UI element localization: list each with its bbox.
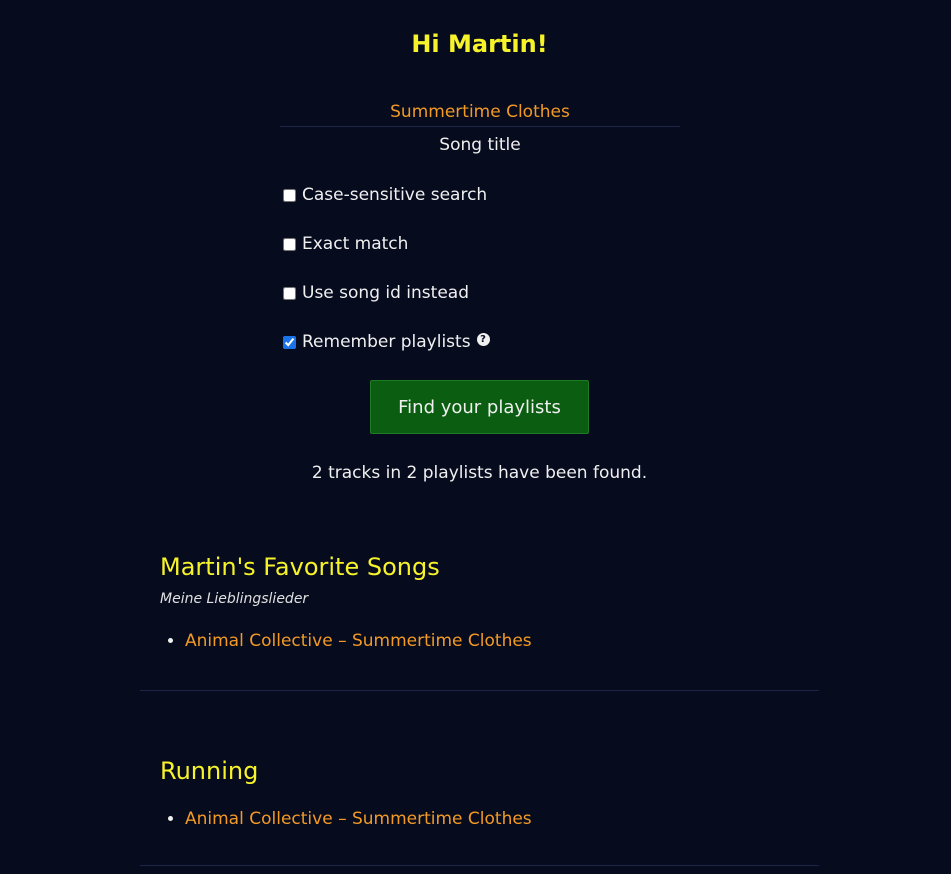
track-link[interactable]: Animal Collective – Summertime Clothes (185, 809, 532, 829)
case-sensitive-option[interactable]: Case-sensitive search (280, 185, 487, 205)
remember-playlists-checkbox[interactable] (283, 335, 296, 349)
help-icon[interactable]: ? (476, 332, 490, 346)
greeting-heading: Hi Martin! (411, 30, 548, 58)
use-song-id-checkbox[interactable] (283, 286, 296, 300)
use-song-id-label: Use song id instead (302, 283, 469, 303)
remember-playlists-option[interactable]: Remember playlists ? (280, 332, 490, 352)
playlist-card: Martin's Favorite Songs Meine Lieblingsl… (140, 553, 819, 691)
track-list: Animal Collective – Summertime Clothes (140, 809, 819, 829)
song-title-label: Song title (439, 135, 521, 155)
exact-match-checkbox[interactable] (283, 237, 296, 251)
exact-match-label: Exact match (302, 234, 409, 254)
use-song-id-option[interactable]: Use song id instead (280, 283, 469, 303)
exact-match-option[interactable]: Exact match (280, 234, 408, 254)
case-sensitive-checkbox[interactable] (283, 188, 296, 202)
page: Hi Martin! Song title Case-sensitive sea… (0, 0, 951, 874)
playlist-title: Martin's Favorite Songs (160, 553, 440, 581)
find-playlists-button[interactable]: Find your playlists (370, 380, 589, 434)
case-sensitive-label: Case-sensitive search (302, 185, 488, 205)
playlist-description: Meine Lieblingslieder (160, 591, 309, 607)
playlist-title: Running (160, 757, 259, 785)
remember-playlists-label: Remember playlists (302, 332, 471, 352)
track-item: Animal Collective – Summertime Clothes (185, 631, 819, 651)
song-title-input[interactable] (280, 97, 680, 127)
playlist-card: Running Animal Collective – Summertime C… (140, 757, 819, 866)
result-summary: 2 tracks in 2 playlists have been found. (311, 463, 648, 483)
track-link[interactable]: Animal Collective – Summertime Clothes (185, 631, 532, 651)
search-form: Song title Case-sensitive search Exact m… (280, 97, 680, 434)
track-list: Animal Collective – Summertime Clothes (140, 631, 819, 651)
track-item: Animal Collective – Summertime Clothes (185, 809, 819, 829)
